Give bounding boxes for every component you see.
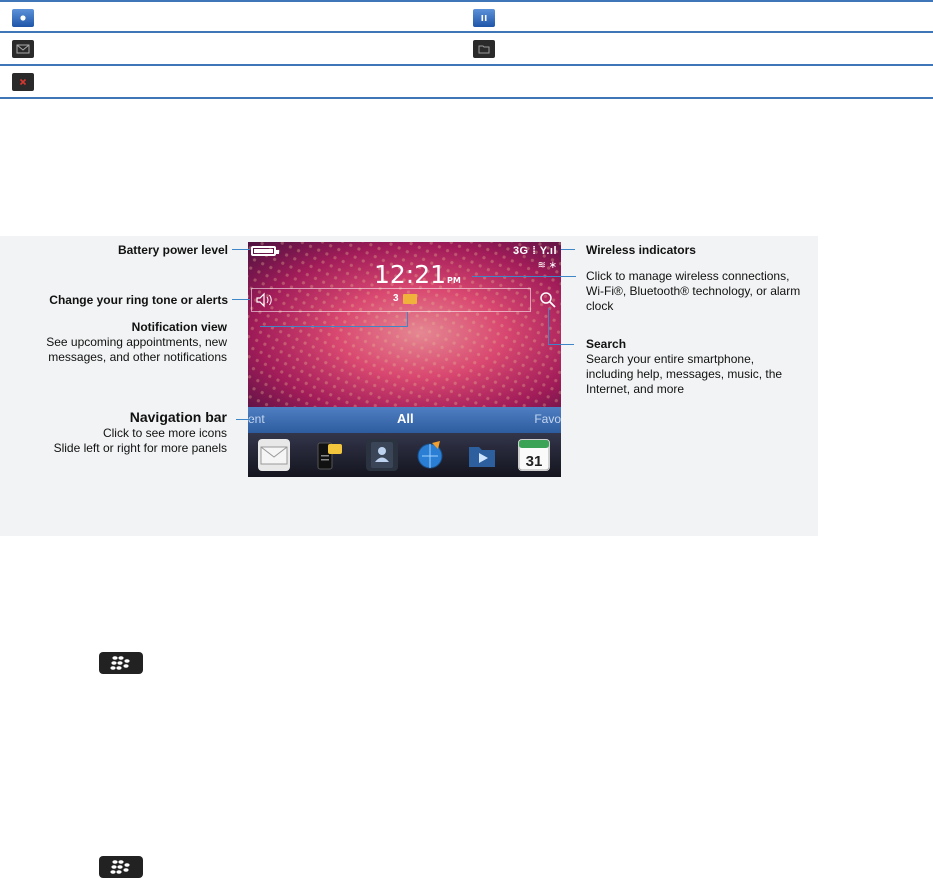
messages-icon[interactable]	[258, 439, 290, 471]
label-notification-title: Notification view	[131, 320, 227, 334]
label-search-title: Search	[586, 337, 627, 351]
network-type: 3G	[512, 245, 529, 257]
label-wireless-title: Wireless indicators	[586, 243, 696, 257]
wifi-bluetooth-icon[interactable]: ≋ ∗	[537, 260, 557, 271]
label-navigation-title: Navigation bar	[129, 409, 227, 425]
label-search-desc: Search your entire smartphone,	[586, 352, 755, 366]
icon-table-row	[0, 33, 933, 66]
callout-line	[232, 249, 250, 250]
callout-line	[260, 326, 407, 327]
pause-icon	[473, 9, 495, 27]
contacts-icon[interactable]	[366, 439, 398, 471]
label-navigation: Navigation bar Click to see more icons S…	[20, 410, 227, 456]
phone-home-screen: 3G ⁞ Y.ıl ≋ ∗ 12:21PM 3 ent All Favo 31	[248, 242, 561, 477]
label-notification: Notification view See upcoming appointme…	[20, 320, 227, 365]
bbm-icon[interactable]	[314, 439, 346, 471]
nav-panel-next[interactable]: Favo	[534, 412, 561, 426]
navigation-bar[interactable]: ent All Favo	[248, 407, 561, 433]
nav-panel-current[interactable]: All	[397, 411, 414, 426]
label-search-desc: including help, messages, music, the	[586, 367, 783, 381]
label-wireless: Wireless indicators	[586, 243, 816, 258]
label-search-desc: Internet, and more	[586, 382, 685, 396]
label-wireless-desc: Click to manage wireless connections, Wi…	[586, 269, 801, 313]
callout-line	[472, 276, 576, 277]
folder-icon	[473, 40, 495, 58]
app-dock: 31	[248, 433, 561, 477]
calendar-day: 31	[526, 453, 543, 470]
browser-icon[interactable]	[414, 439, 446, 471]
icon-table-row	[0, 0, 933, 33]
label-ringtone: Change your ring tone or alerts	[49, 293, 228, 307]
blackberry-menu-key-icon	[99, 856, 143, 878]
label-search: Search Search your entire smartphone, in…	[586, 337, 816, 397]
icon-table-row	[0, 66, 933, 99]
speaker-icon[interactable]	[255, 291, 275, 309]
icon-table	[0, 0, 933, 99]
home-screen-figure: 3G ⁞ Y.ıl ≋ ∗ 12:21PM 3 ent All Favo 31 …	[0, 236, 818, 536]
label-battery: Battery power level	[117, 243, 228, 257]
callout-line	[232, 299, 250, 300]
clock-ampm: PM	[447, 276, 461, 285]
search-icon[interactable]	[539, 291, 557, 309]
clock-time: 12:21	[374, 260, 447, 289]
signal-bars-icon: ⁞ Y.ıl	[532, 245, 557, 257]
blackberry-menu-key-icon	[99, 652, 143, 674]
callout-line	[407, 312, 408, 327]
callout-line	[548, 344, 574, 345]
label-navigation-desc: Slide left or right for more panels	[53, 441, 227, 455]
envelope-icon	[12, 40, 34, 58]
notification-view[interactable]: 3	[251, 288, 531, 312]
close-x-icon	[12, 73, 34, 91]
wireless-indicators[interactable]: 3G ⁞ Y.ıl	[513, 245, 557, 257]
new-message-icon	[403, 294, 417, 304]
callout-line	[548, 308, 549, 344]
battery-icon[interactable]	[251, 246, 279, 256]
label-notification-desc: See upcoming appointments, new	[46, 335, 227, 349]
callout-line	[561, 249, 575, 250]
media-icon[interactable]	[466, 439, 498, 471]
label-navigation-desc: Click to see more icons	[102, 426, 227, 440]
notification-count: 3	[393, 293, 399, 304]
record-icon	[12, 9, 34, 27]
clock[interactable]: 12:21PM	[374, 260, 461, 289]
callout-line	[236, 419, 252, 420]
calendar-icon[interactable]: 31	[518, 439, 550, 471]
label-notification-desc: messages, and other notifications	[48, 350, 227, 364]
